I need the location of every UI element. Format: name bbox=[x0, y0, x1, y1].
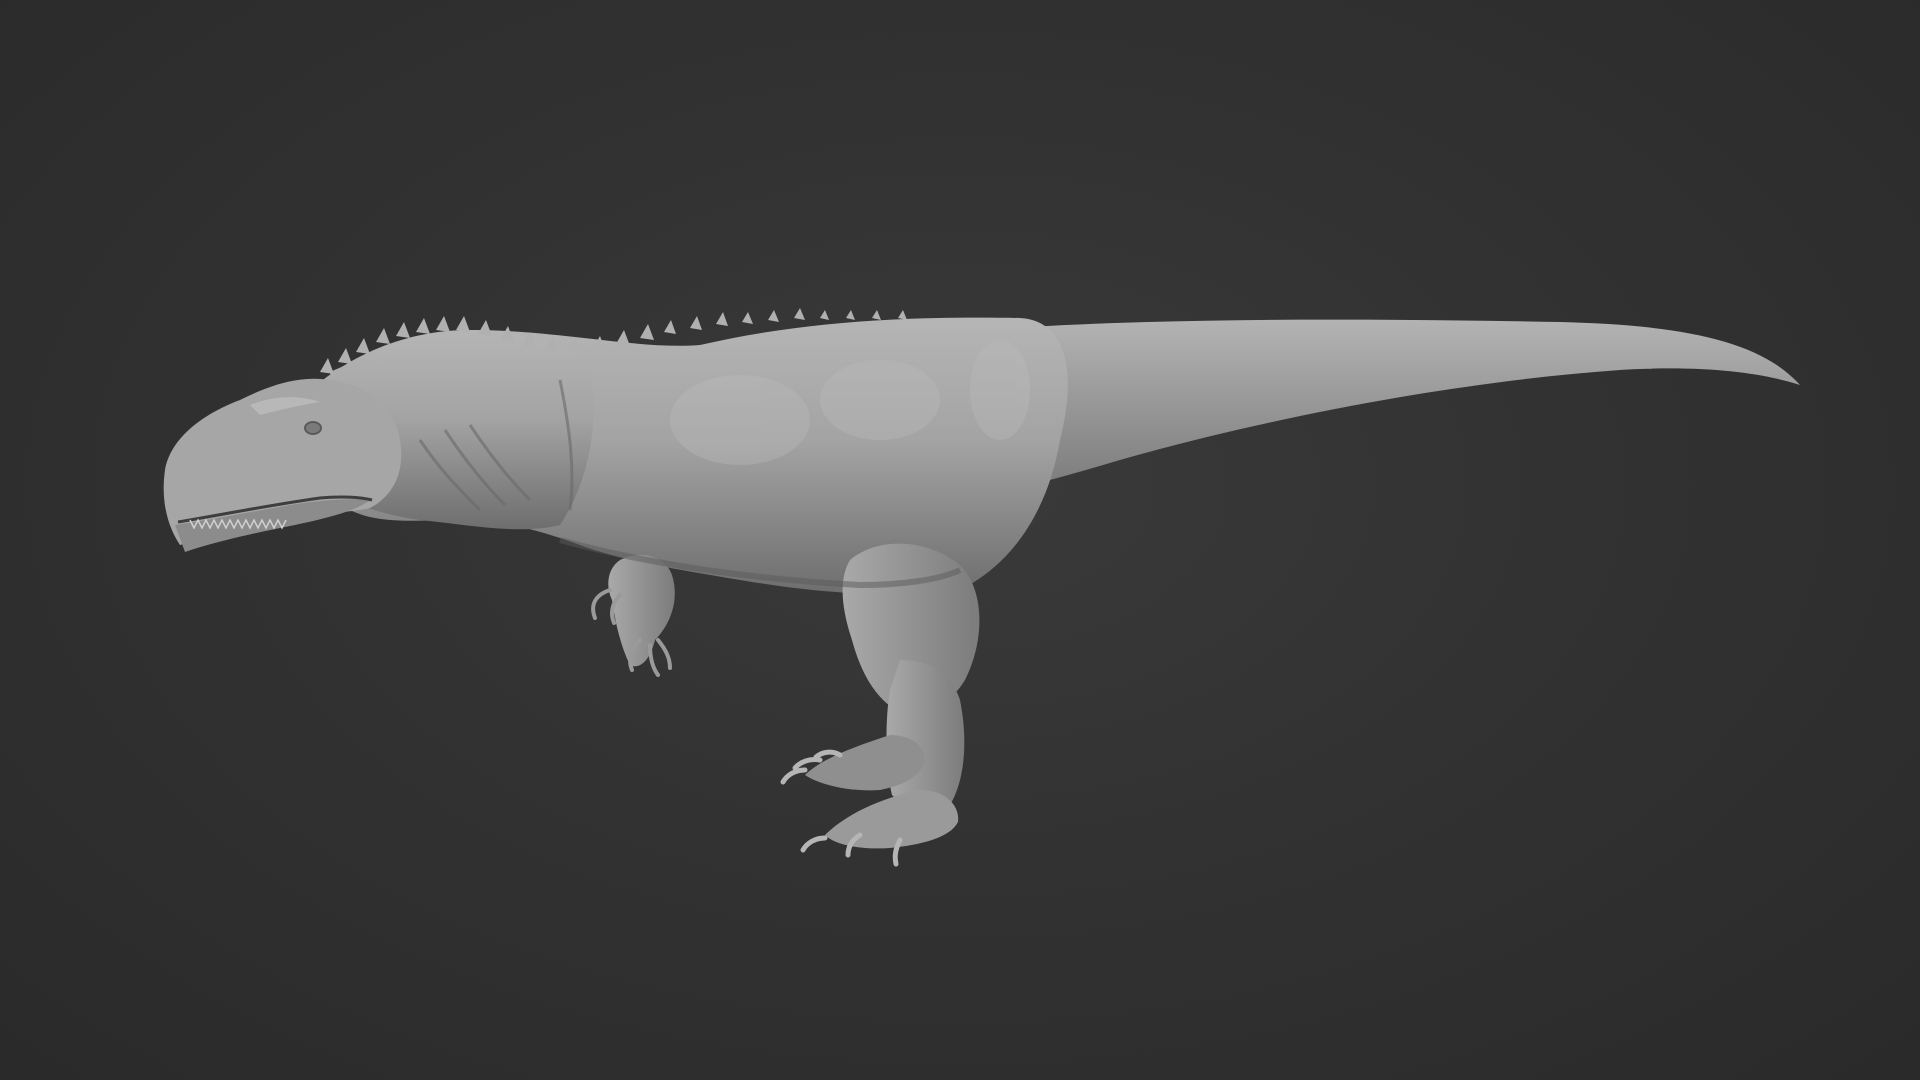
tail bbox=[980, 319, 1800, 495]
front-foot bbox=[825, 790, 959, 849]
eye bbox=[304, 421, 322, 435]
3d-viewport[interactable] bbox=[0, 0, 1920, 1080]
dinosaur-model bbox=[163, 308, 1800, 867]
